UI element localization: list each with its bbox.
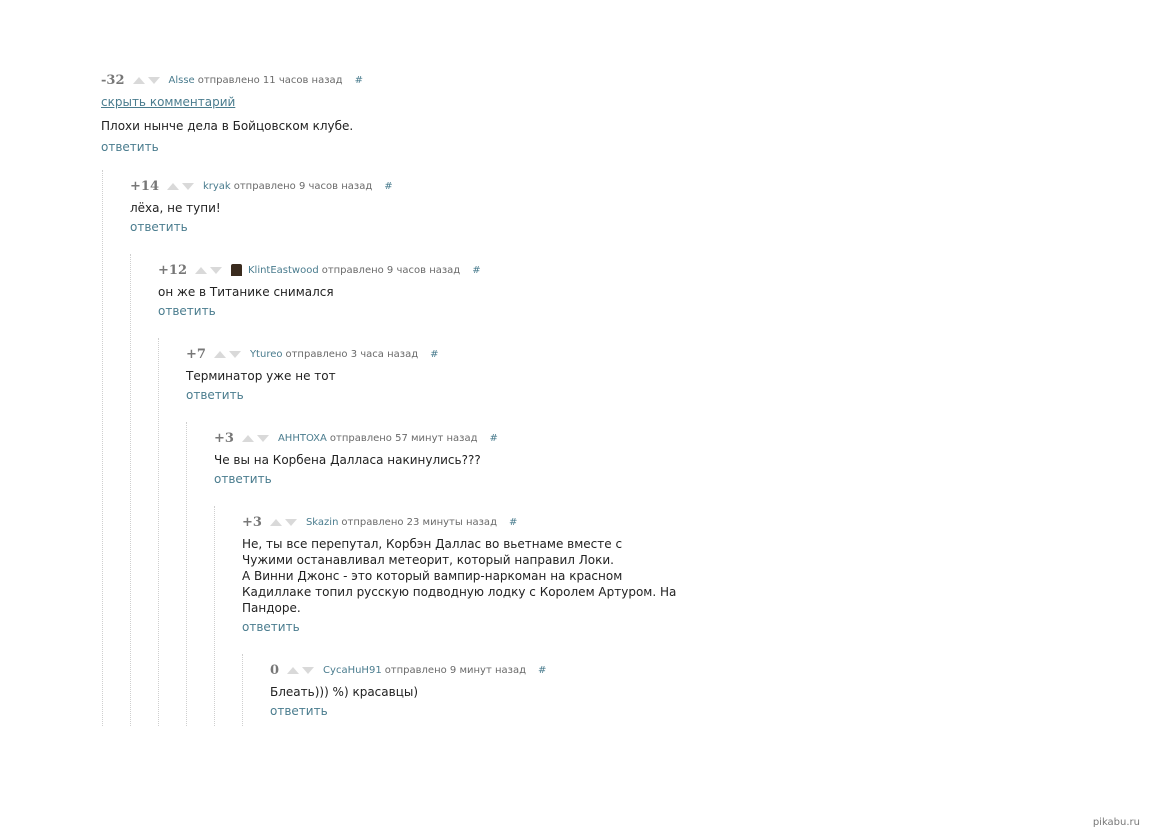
comment-permalink[interactable]: #: [538, 665, 546, 676]
comment-author[interactable]: Ytureo: [250, 349, 283, 360]
comment: +3 Skazin отправлено 23 минуты назад # Н…: [242, 514, 862, 635]
avatar: [230, 264, 242, 276]
vote-down-icon[interactable]: [147, 76, 160, 84]
comment: -32 Alsse отправлено 11 часов назад #: [101, 72, 721, 88]
thread-line: [242, 654, 243, 726]
vote-down-icon[interactable]: [181, 182, 194, 190]
comment-permalink[interactable]: #: [472, 265, 480, 276]
thread-line: [102, 170, 103, 726]
comment-author[interactable]: AHHTOXA: [278, 433, 327, 444]
comment-text: Че вы на Корбена Далласа накинулись???: [214, 453, 481, 467]
vote-up-icon[interactable]: [194, 266, 207, 274]
comment: +12 KlintEastwood отправлено 9 часов наз…: [158, 262, 778, 319]
reply-link[interactable]: ответить: [158, 304, 216, 318]
comment-permalink[interactable]: #: [430, 349, 438, 360]
watermark: pikabu.ru: [1092, 817, 1140, 828]
comment: 0 CycaHuH91 отправлено 9 минут назад # Б…: [270, 662, 890, 719]
comment-author[interactable]: Skazin: [306, 517, 338, 528]
comment-text: Не, ты все перепутал, Корбэн Даллас во в…: [242, 537, 677, 615]
comment-time: отправлено 11 часов назад: [197, 74, 343, 86]
comment-time: отправлено 9 часов назад: [233, 180, 373, 192]
comment-author[interactable]: CycaHuH91: [323, 665, 382, 676]
comment-permalink[interactable]: #: [509, 517, 517, 528]
comment-time: отправлено 23 минуты назад: [341, 516, 497, 528]
thread-line: [214, 506, 215, 726]
comment-text: Блеать))) %) красавцы): [270, 685, 419, 699]
comment-text: Плохи нынче дела в Бойцовском клубе.: [101, 119, 354, 133]
comment-header: +3 AHHTOXA отправлено 57 минут назад #: [214, 430, 834, 446]
reply-link[interactable]: ответить: [186, 388, 244, 402]
thread-line: [158, 338, 159, 726]
comment: +7 Ytureo отправлено 3 часа назад # Терм…: [186, 346, 806, 403]
vote-up-icon[interactable]: [241, 434, 254, 442]
hide-comment-link[interactable]: скрыть комментарий: [101, 95, 235, 109]
comment-header: +7 Ytureo отправлено 3 часа назад #: [186, 346, 806, 362]
comment-rating: -32: [101, 72, 125, 88]
comment-rating: +3: [214, 430, 234, 446]
comment: +3 AHHTOXA отправлено 57 минут назад # Ч…: [214, 430, 834, 487]
comment-text: Терминатор уже не тот: [186, 369, 336, 383]
vote-up-icon[interactable]: [269, 518, 282, 526]
comment-author[interactable]: kryak: [203, 181, 231, 192]
reply-link[interactable]: ответить: [101, 140, 159, 154]
vote-down-icon[interactable]: [209, 266, 222, 274]
comment-permalink[interactable]: #: [490, 433, 498, 444]
vote-up-icon[interactable]: [213, 350, 226, 358]
reply-link[interactable]: ответить: [130, 220, 188, 234]
comment-rating: +14: [130, 178, 159, 194]
comment-time: отправлено 57 минут назад: [329, 432, 478, 444]
comment-time: отправлено 9 минут назад: [384, 664, 526, 676]
vote-down-icon[interactable]: [284, 518, 297, 526]
comment-header: -32 Alsse отправлено 11 часов назад #: [101, 72, 721, 88]
comment-rating: +3: [242, 514, 262, 530]
comment-text: лёха, не тупи!: [130, 201, 221, 215]
comment-time: отправлено 9 часов назад: [321, 264, 461, 276]
vote-up-icon[interactable]: [132, 76, 145, 84]
reply-link[interactable]: ответить: [214, 472, 272, 486]
comment-header: 0 CycaHuH91 отправлено 9 минут назад #: [270, 662, 890, 678]
comment-author[interactable]: Alsse: [169, 75, 195, 86]
comment-text: он же в Титанике снимался: [158, 285, 334, 299]
reply-link[interactable]: ответить: [270, 704, 328, 718]
vote-down-icon[interactable]: [228, 350, 241, 358]
comment-author[interactable]: KlintEastwood: [248, 265, 319, 276]
comment-permalink[interactable]: #: [384, 181, 392, 192]
comment-header: +3 Skazin отправлено 23 минуты назад #: [242, 514, 862, 530]
comment-header: +14 kryak отправлено 9 часов назад #: [130, 178, 750, 194]
comment-rating: +7: [186, 346, 206, 362]
thread-line: [130, 254, 131, 726]
comment-body-block: Плохи нынче дела в Бойцовском клубе. отв…: [101, 112, 721, 155]
comment-time: отправлено 3 часа назад: [285, 348, 419, 360]
vote-down-icon[interactable]: [302, 666, 315, 674]
comment-rating: +12: [158, 262, 187, 278]
vote-up-icon[interactable]: [287, 666, 300, 674]
comment-permalink[interactable]: #: [355, 75, 363, 86]
vote-down-icon[interactable]: [256, 434, 269, 442]
vote-up-icon[interactable]: [166, 182, 179, 190]
reply-link[interactable]: ответить: [242, 620, 300, 634]
comment-header: +12 KlintEastwood отправлено 9 часов наз…: [158, 262, 778, 278]
comment: +14 kryak отправлено 9 часов назад # лёх…: [130, 178, 750, 235]
comment-rating: 0: [270, 662, 280, 678]
thread-line: [186, 422, 187, 726]
